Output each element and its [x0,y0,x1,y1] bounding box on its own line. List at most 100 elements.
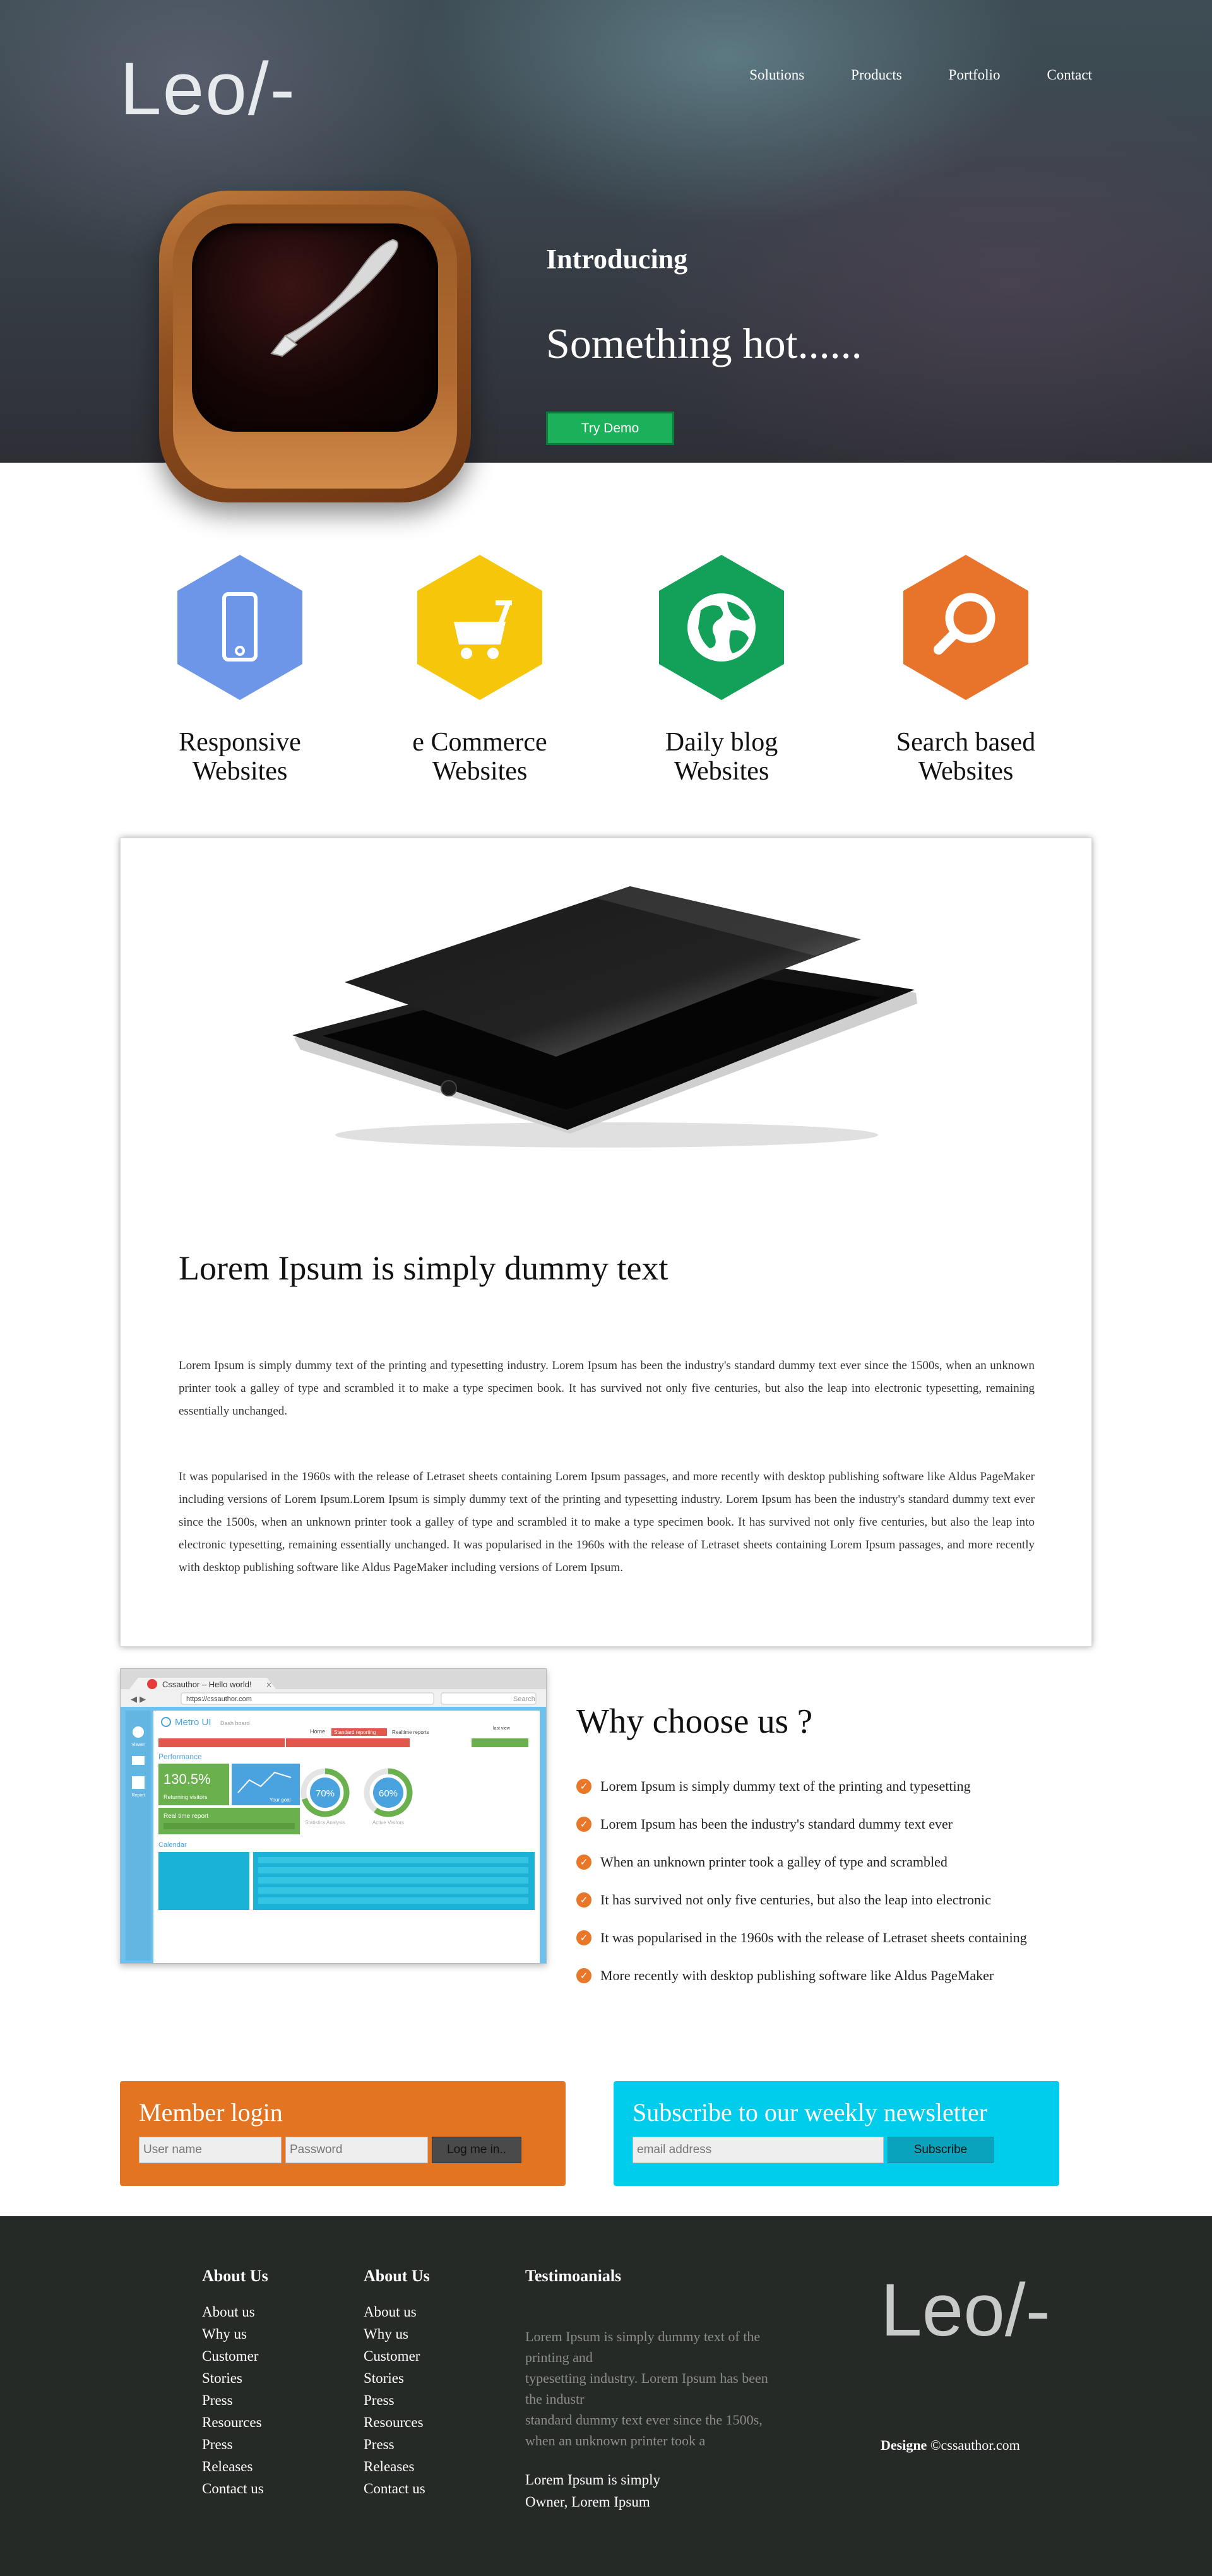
svg-text:Active Visitors: Active Visitors [372,1820,404,1825]
svg-text:Metro UI: Metro UI [175,1717,211,1728]
brand-logo[interactable]: Leo/- [120,52,296,126]
svg-text:Performance: Performance [158,1752,202,1761]
list-item: ✓ It was popularised in the 1960s with th… [576,1919,1027,1957]
feature-search[interactable]: Search based Websites [884,552,1048,786]
newsletter-title: Subscribe to our weekly newsletter [633,2098,988,2127]
footer-link[interactable]: Releases [364,2455,430,2478]
svg-text:60%: 60% [379,1788,398,1799]
article-card: Lorem Ipsum is simply dummy text Lorem I… [120,838,1092,1647]
nav-item-solutions[interactable]: Solutions [749,67,804,83]
svg-text:Your goal: Your goal [270,1797,291,1803]
svg-text:Home: Home [310,1728,325,1735]
site-footer: About Us About us Why us Customer Storie… [0,2216,1212,2576]
footer-link[interactable]: Customer [202,2345,268,2367]
footer-link[interactable]: Why us [202,2323,268,2345]
feature-search-label: Search based Websites [896,728,1036,786]
footer-link[interactable]: Press [202,2433,268,2455]
feature-blog-label: Daily blog Websites [665,728,778,786]
tab-close-icon: × [266,1680,272,1689]
main-nav: Solutions Products Portfolio Contact [749,67,1092,83]
sidebar-tiles-icon [132,1776,145,1789]
check-icon: ✓ [576,1817,591,1832]
subscribe-button[interactable]: Subscribe [888,2137,994,2163]
footer-link[interactable]: Stories [202,2367,268,2389]
footer-link[interactable]: Resources [364,2411,430,2433]
why-list: ✓ Lorem Ipsum is simply dummy text of the… [576,1767,1027,1995]
check-icon: ✓ [576,1968,591,1983]
member-login-box: Member login User name Password Log me i… [120,2081,566,2186]
article-paragraph-1: Lorem Ipsum is simply dummy text of the … [179,1359,1035,1418]
article-title: Lorem Ipsum is simply dummy text [179,1249,668,1287]
feature-ecommerce-badge [415,552,545,703]
check-icon: ✓ [576,1779,591,1794]
footer-link[interactable]: Contact us [364,2478,430,2500]
login-button[interactable]: Log me in.. [432,2137,521,2163]
footer-column-title: About Us [364,2267,430,2285]
browser-search: Search [513,1695,535,1703]
feature-ecommerce[interactable]: e Commerce Websites [398,552,562,786]
hero-intro: Introducing [546,244,688,275]
chocolate-app-icon [159,191,471,502]
footer-link[interactable]: Press [364,2389,430,2411]
sidebar-monitor-icon [132,1756,145,1765]
feature-responsive[interactable]: Responsive Websites [158,552,322,786]
username-input[interactable]: User name [139,2137,282,2163]
svg-text:Statistics Analysis: Statistics Analysis [305,1820,345,1825]
article-paragraph-2: It was popularised in the 1960s with the… [179,1470,1035,1574]
sidebar-clock-icon [133,1726,144,1738]
svg-text:Returning visitors: Returning visitors [163,1794,208,1800]
list-item: ✓ When an unknown printer took a galley o… [576,1843,1027,1881]
svg-text:Calendar: Calendar [158,1841,187,1849]
check-icon: ✓ [576,1892,591,1908]
svg-text:last view: last view [493,1726,511,1731]
browser-url: https://cssauthor.com [186,1695,252,1703]
svg-text:Realtime reports: Realtime reports [392,1730,429,1735]
globe-icon [687,593,756,662]
svg-text:Dash board: Dash board [220,1720,250,1726]
email-input[interactable]: email address [633,2137,884,2163]
feature-responsive-label: Responsive Websites [179,728,301,786]
footer-link[interactable]: Contact us [202,2478,268,2500]
nav-item-contact[interactable]: Contact [1047,67,1092,83]
footer-link[interactable]: Press [202,2389,268,2411]
check-icon: ✓ [576,1930,591,1945]
feature-responsive-badge [175,552,305,703]
footer-column-1: About Us About us Why us Customer Storie… [202,2267,268,2500]
list-item: ✓ It has survived not only five centuries… [576,1881,1027,1919]
testimonial-text: Lorem Ipsum is simply dummy text of the … [525,2329,768,2448]
feature-blog[interactable]: Daily blog Websites [639,552,804,786]
fork-icon [270,239,398,357]
back-icon: ◀ ▶ [131,1695,146,1704]
check-icon: ✓ [576,1855,591,1870]
testimonials-title: Testimoanials [525,2267,622,2285]
tablet-illustration [292,886,917,1148]
footer-column-title: About Us [202,2267,268,2285]
design-credit: Designe ©cssauthor.com [881,2437,1020,2453]
try-demo-button[interactable]: Try Demo [546,412,674,445]
svg-text:70%: 70% [316,1788,335,1799]
password-input[interactable]: Password [285,2137,428,2163]
svg-text:130.5%: 130.5% [163,1771,211,1787]
footer-link[interactable]: Press [364,2433,430,2455]
footer-link[interactable]: About us [364,2301,430,2323]
footer-link[interactable]: Stories [364,2367,430,2389]
nav-item-products[interactable]: Products [851,67,902,83]
footer-link[interactable]: Releases [202,2455,268,2478]
footer-link[interactable]: Why us [364,2323,430,2345]
list-item: ✓ Lorem Ipsum is simply dummy text of the… [576,1767,1027,1805]
svg-text:Real time report: Real time report [163,1813,208,1820]
footer-logo[interactable]: Leo/- [881,2273,1050,2347]
feature-search-badge [901,552,1031,703]
svg-text:Report: Report [131,1793,145,1798]
footer-link[interactable]: About us [202,2301,268,2323]
nav-item-portfolio[interactable]: Portfolio [949,67,1001,83]
footer-link[interactable]: Resources [202,2411,268,2433]
favicon-icon [147,1679,157,1689]
feature-blog-badge [656,552,787,703]
footer-testimonials: Testimoanials Lorem Ipsum is simply dumm… [525,2267,790,2513]
dashboard-screenshot: Cssauthor – Hello world! × ◀ ▶ https://c… [120,1668,547,1964]
newsletter-box: Subscribe to our weekly newsletter email… [614,2081,1059,2186]
footer-column-2: About Us About us Why us Customer Storie… [364,2267,430,2500]
member-login-title: Member login [139,2098,283,2127]
footer-link[interactable]: Customer [364,2345,430,2367]
